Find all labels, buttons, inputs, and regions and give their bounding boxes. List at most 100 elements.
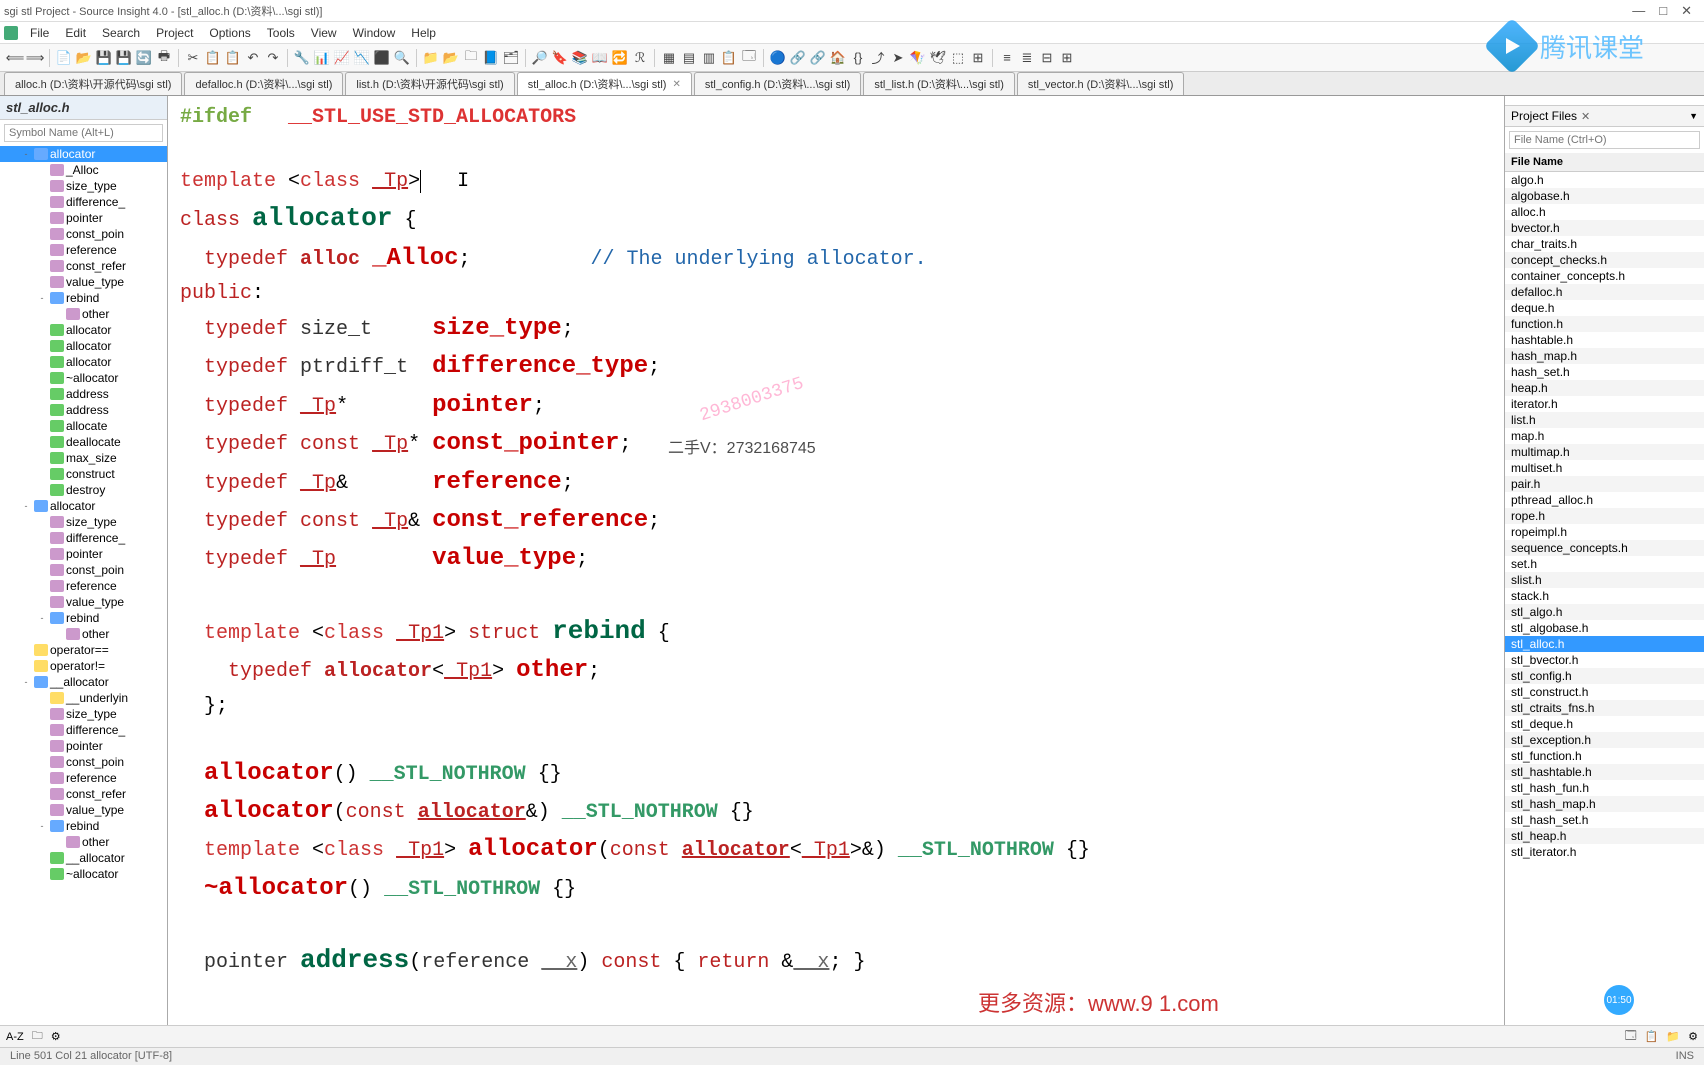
split-icon[interactable]: ▦ <box>660 49 678 67</box>
menu-view[interactable]: View <box>303 26 345 40</box>
tool-icon[interactable]: ≣ <box>1018 49 1036 67</box>
menu-tools[interactable]: Tools <box>259 26 303 40</box>
menu-help[interactable]: Help <box>403 26 444 40</box>
tool-icon[interactable]: 🔎 <box>531 49 549 67</box>
tree-expand-icon[interactable]: - <box>20 501 32 511</box>
save-icon[interactable]: 💾 <box>95 49 113 67</box>
panel-dropdown-icon[interactable]: ▼ <box>1689 111 1698 121</box>
tree-node[interactable]: __allocator <box>0 850 167 866</box>
tree-node[interactable]: max_size <box>0 450 167 466</box>
file-row[interactable]: stl_exception.h <box>1505 732 1704 748</box>
file-row[interactable]: alloc.h <box>1505 204 1704 220</box>
file-column-header[interactable]: File Name <box>1505 153 1704 172</box>
symbol-search-input[interactable] <box>4 124 163 142</box>
file-tab[interactable]: defalloc.h (D:\资料\...\sgi stl) <box>184 72 343 95</box>
file-row[interactable]: stl_iterator.h <box>1505 844 1704 860</box>
tool-icon[interactable]: 🔗 <box>809 49 827 67</box>
file-row[interactable]: stl_bvector.h <box>1505 652 1704 668</box>
tree-node[interactable]: allocator <box>0 354 167 370</box>
tree-expand-icon[interactable]: - <box>20 149 32 159</box>
tree-node[interactable]: difference_ <box>0 194 167 210</box>
file-row[interactable]: stl_alloc.h <box>1505 636 1704 652</box>
tool-icon[interactable]: 🗀 <box>462 49 480 67</box>
tree-node[interactable]: destroy <box>0 482 167 498</box>
file-row[interactable]: pair.h <box>1505 476 1704 492</box>
tool-icon[interactable]: 🔍 <box>393 49 411 67</box>
file-tab[interactable]: stl_config.h (D:\资料\...\sgi stl) <box>694 72 861 95</box>
tool-icon[interactable]: 📖 <box>591 49 609 67</box>
copy-icon[interactable]: 📋 <box>204 49 222 67</box>
menu-options[interactable]: Options <box>201 26 258 40</box>
tab-close-icon[interactable]: ✕ <box>672 79 680 90</box>
file-row[interactable]: stl_config.h <box>1505 668 1704 684</box>
tool-icon[interactable]: ⊞ <box>1058 49 1076 67</box>
file-row[interactable]: stl_construct.h <box>1505 684 1704 700</box>
file-row[interactable]: defalloc.h <box>1505 284 1704 300</box>
tree-node[interactable]: const_poin <box>0 562 167 578</box>
saveall-icon[interactable]: 💾 <box>115 49 133 67</box>
tree-node[interactable]: reference <box>0 770 167 786</box>
file-search-input[interactable] <box>1509 131 1700 149</box>
tool-icon[interactable]: 📊 <box>313 49 331 67</box>
back-button[interactable]: ⟸ <box>6 49 24 67</box>
tool-icon[interactable]: ⊞ <box>969 49 987 67</box>
file-row[interactable]: multiset.h <box>1505 460 1704 476</box>
tree-node[interactable]: construct <box>0 466 167 482</box>
tree-node[interactable]: -rebind <box>0 610 167 626</box>
tool-icon[interactable]: ≡ <box>998 49 1016 67</box>
forward-button[interactable]: ⟹ <box>26 49 44 67</box>
tree-node[interactable]: reference <box>0 242 167 258</box>
tool-icon[interactable]: 📘 <box>482 49 500 67</box>
tree-node[interactable]: const_poin <box>0 226 167 242</box>
file-row[interactable]: rope.h <box>1505 508 1704 524</box>
file-tab[interactable]: stl_list.h (D:\资料\...\sgi stl) <box>863 72 1015 95</box>
gear-icon[interactable]: ⚙ <box>1688 1030 1698 1043</box>
file-row[interactable]: stl_algobase.h <box>1505 620 1704 636</box>
tool-icon[interactable]: 🔁 <box>611 49 629 67</box>
file-row[interactable]: stl_function.h <box>1505 748 1704 764</box>
file-row[interactable]: hash_map.h <box>1505 348 1704 364</box>
tree-node[interactable]: const_refer <box>0 786 167 802</box>
tree-node[interactable]: ~allocator <box>0 866 167 882</box>
tree-node[interactable]: size_type <box>0 178 167 194</box>
tree-node[interactable]: reference <box>0 578 167 594</box>
tool-icon[interactable]: 🏠 <box>829 49 847 67</box>
refresh-icon[interactable]: 🔄 <box>135 49 153 67</box>
tree-node[interactable]: -rebind <box>0 818 167 834</box>
file-row[interactable]: function.h <box>1505 316 1704 332</box>
file-tab[interactable]: alloc.h (D:\资料\开源代码\sgi stl) <box>4 72 182 95</box>
cut-icon[interactable]: ✂ <box>184 49 202 67</box>
tree-node[interactable]: value_type <box>0 594 167 610</box>
tree-node[interactable]: size_type <box>0 514 167 530</box>
split-icon[interactable]: ▥ <box>700 49 718 67</box>
panel-icon[interactable]: 🗔 <box>1625 1027 1637 1046</box>
tool-icon[interactable]: 🪁 <box>909 49 927 67</box>
list-icon[interactable]: 📋 <box>1645 1030 1659 1043</box>
tool-icon[interactable]: 📉 <box>353 49 371 67</box>
tool-icon[interactable]: 📁 <box>422 49 440 67</box>
tool-icon[interactable]: 📋 <box>720 49 738 67</box>
file-row[interactable]: stl_ctraits_fns.h <box>1505 700 1704 716</box>
tree-node[interactable]: value_type <box>0 802 167 818</box>
tree-node[interactable]: allocator <box>0 322 167 338</box>
open-icon[interactable]: 📂 <box>75 49 93 67</box>
paste-icon[interactable]: 📋 <box>224 49 242 67</box>
file-list[interactable]: algo.halgobase.halloc.hbvector.hchar_tra… <box>1505 172 1704 1025</box>
file-row[interactable]: stack.h <box>1505 588 1704 604</box>
tree-node[interactable]: other <box>0 306 167 322</box>
tree-node[interactable]: address <box>0 386 167 402</box>
file-row[interactable]: list.h <box>1505 412 1704 428</box>
file-row[interactable]: char_traits.h <box>1505 236 1704 252</box>
tree-node[interactable]: deallocate <box>0 434 167 450</box>
menu-window[interactable]: Window <box>345 26 404 40</box>
file-row[interactable]: map.h <box>1505 428 1704 444</box>
tool-icon[interactable]: 📚 <box>571 49 589 67</box>
file-row[interactable]: stl_hash_fun.h <box>1505 780 1704 796</box>
tool-icon[interactable]: 🔗 <box>789 49 807 67</box>
tool-icon[interactable]: 🕊 <box>929 49 947 67</box>
file-row[interactable]: concept_checks.h <box>1505 252 1704 268</box>
tool-icon[interactable]: ➤ <box>889 49 907 67</box>
panel-close-icon[interactable]: ✕ <box>1581 110 1590 123</box>
close-button[interactable]: ✕ <box>1681 3 1692 19</box>
maximize-button[interactable]: □ <box>1659 3 1667 19</box>
